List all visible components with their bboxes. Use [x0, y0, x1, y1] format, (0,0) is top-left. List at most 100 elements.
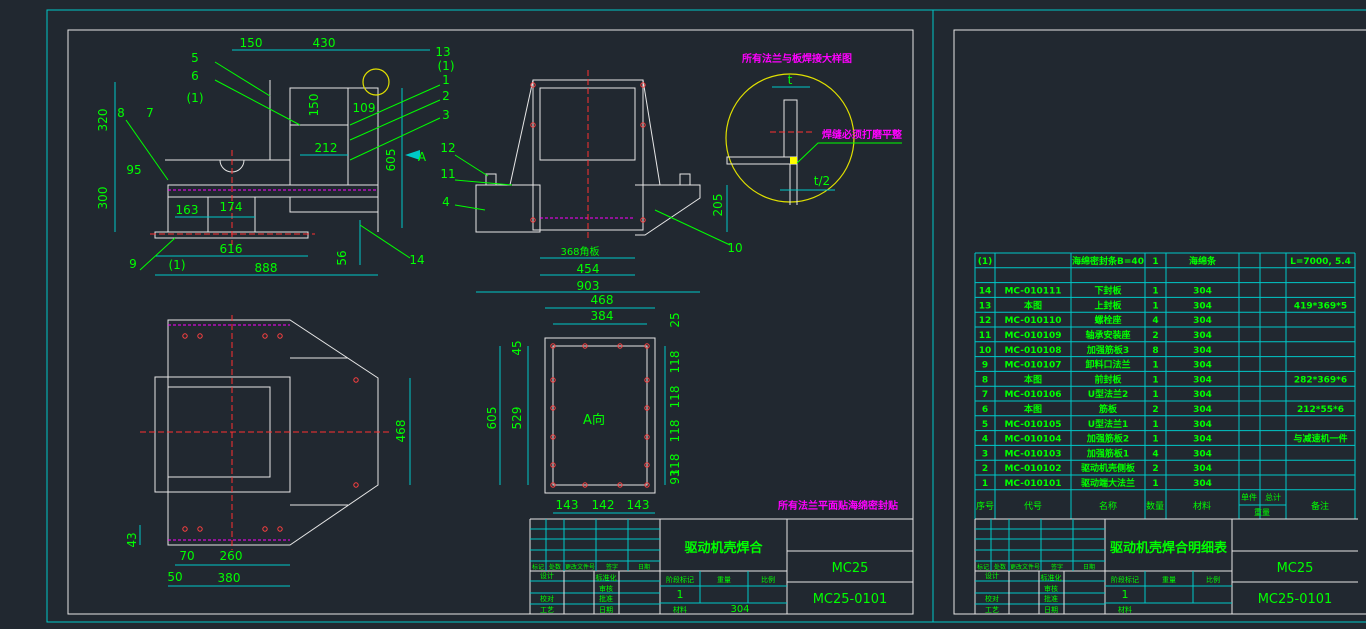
bom-cell: 304 — [1193, 420, 1212, 430]
stage-header: 比例 — [1206, 575, 1220, 584]
rev-header: 处数 — [549, 563, 561, 571]
bom-cell: MC-010110 — [1004, 316, 1061, 326]
bom-cell: 驱动机壳侧板 — [1081, 462, 1136, 474]
bom-cell: 2 — [982, 464, 988, 474]
bom-cell: 304 — [1193, 390, 1212, 400]
dimension-label: 6 — [191, 69, 199, 83]
bom-header: 数量 — [1146, 500, 1164, 512]
signature-label: 审核 — [599, 584, 613, 593]
bom-cell: 1 — [1152, 479, 1158, 489]
rev-header: 更改文件号 — [565, 563, 595, 571]
bom-cell: 螺栓座 — [1094, 314, 1121, 326]
dimension-label: 300 — [96, 187, 110, 210]
bom-cell: 1 — [1152, 420, 1158, 430]
dimension-label: 13 — [435, 45, 450, 59]
bom-cell: 2 — [1152, 405, 1158, 415]
bom-cell: MC-010102 — [1004, 464, 1061, 474]
bom-cell: 1 — [1152, 257, 1158, 267]
bom-cell: 上封板 — [1094, 299, 1122, 311]
dimension-label: 109 — [353, 101, 376, 115]
bolt-hole — [353, 482, 359, 488]
bolt-hole — [262, 333, 268, 339]
dimension-label: 10 — [727, 241, 742, 255]
bom-cell: 1 — [1152, 390, 1158, 400]
bom-header: 序号 — [976, 500, 994, 512]
bom-cell: 3 — [982, 449, 988, 459]
dimension-label: 143 — [556, 498, 579, 512]
bom-cell: 加强筋板2 — [1086, 433, 1129, 445]
bom-cell: 4 — [982, 435, 988, 445]
bom-cell: 304 — [1193, 479, 1212, 489]
bom-cell: 6 — [982, 405, 988, 415]
dimension-label: 468 — [394, 420, 408, 443]
stage-header: 比例 — [761, 575, 775, 584]
bom-cell: 2 — [1152, 331, 1158, 341]
dimension-label: 56 — [335, 250, 349, 265]
bom-header: 备注 — [1311, 500, 1329, 512]
sheet-frames — [46, 9, 1366, 623]
dimension-label: 380 — [218, 571, 241, 585]
bom-cell: MC-010106 — [1004, 390, 1061, 400]
dimension-label: 320 — [96, 109, 110, 132]
drawing-number: MC25-0101 — [1258, 592, 1333, 607]
signature-label: 日期 — [599, 606, 613, 614]
bom-cell: 海绵条 — [1189, 255, 1217, 267]
bom-cell: 4 — [1152, 449, 1158, 459]
bom-cell: 8 — [982, 375, 988, 385]
signature-label: 工艺 — [985, 606, 999, 614]
dimension-label: 118 — [668, 351, 682, 374]
dimension-label: 118 — [668, 420, 682, 443]
cad-drawing-canvas[interactable]: 150 43013(1)12356(1)8 7320150 109212605 A953… — [0, 0, 1366, 629]
dimension-label: 529 — [510, 407, 524, 430]
dimension-label: 260 — [220, 549, 243, 563]
bom-header: 代号 — [1024, 501, 1042, 512]
bom-header: 名称 — [1099, 500, 1117, 512]
signature-label: 校对 — [985, 594, 999, 603]
bom-cell: 本图 — [1024, 373, 1042, 385]
bom-cell: MC-010108 — [1004, 346, 1061, 356]
a-view — [499, 307, 666, 514]
thickness-label: t — [788, 73, 793, 87]
bom-cell: 10 — [979, 346, 992, 356]
bom-cell: 419*369*5 — [1294, 301, 1347, 311]
signature-label: 标准化 — [1041, 573, 1062, 582]
dimension-label: 4 — [442, 195, 450, 209]
signature-label: 标准化 — [596, 573, 617, 582]
bolt-holes — [182, 82, 650, 532]
stage-header: 重量 — [717, 576, 731, 584]
rev-header: 签字 — [1051, 563, 1063, 571]
bom-cell: MC-010104 — [1004, 435, 1061, 445]
dimension-label: 45 — [510, 340, 524, 355]
dimension-label: 43 — [125, 532, 139, 547]
bom-cell: 卸料口法兰 — [1085, 359, 1130, 371]
rev-header: 日期 — [1083, 563, 1095, 571]
bom-cell: 212*55*6 — [1297, 405, 1344, 415]
dimension-label: 430 — [313, 36, 336, 50]
bom-cell: 304 — [1193, 464, 1212, 474]
dimension-label: 8 — [117, 106, 125, 120]
dimension-label: 143 — [627, 498, 650, 512]
material-label: 材料 — [673, 605, 687, 614]
dimension-label: 384 — [591, 309, 614, 323]
bolt-hole — [197, 333, 203, 339]
bom-cell: 14 — [979, 287, 992, 297]
bom-cell: 1 — [1152, 435, 1158, 445]
dimension-label: 3 — [442, 108, 450, 122]
bom-cell: 下封板 — [1094, 285, 1122, 297]
bom-cell: 304 — [1193, 361, 1212, 371]
bom-cell: 11 — [979, 331, 992, 341]
bom-cell: 与减速机一件 — [1293, 433, 1347, 445]
dimension-label: 616 — [220, 242, 243, 256]
dimension-label: 150 — [240, 36, 263, 50]
bom-cell: 前封板 — [1094, 373, 1122, 385]
rev-header: 标记 — [532, 563, 544, 571]
dimension-label: 25 — [668, 312, 682, 327]
plan-view — [139, 315, 411, 587]
bom-cell: MC-010111 — [1004, 287, 1061, 297]
bom-cell: 本图 — [1024, 403, 1042, 415]
bom-cell: 加强筋板3 — [1086, 344, 1129, 356]
signature-label: 校对 — [540, 594, 554, 603]
bom-header: 总计 — [1265, 492, 1281, 502]
bom-cell: 304 — [1193, 405, 1212, 415]
project-code: MC25 — [1277, 561, 1314, 576]
